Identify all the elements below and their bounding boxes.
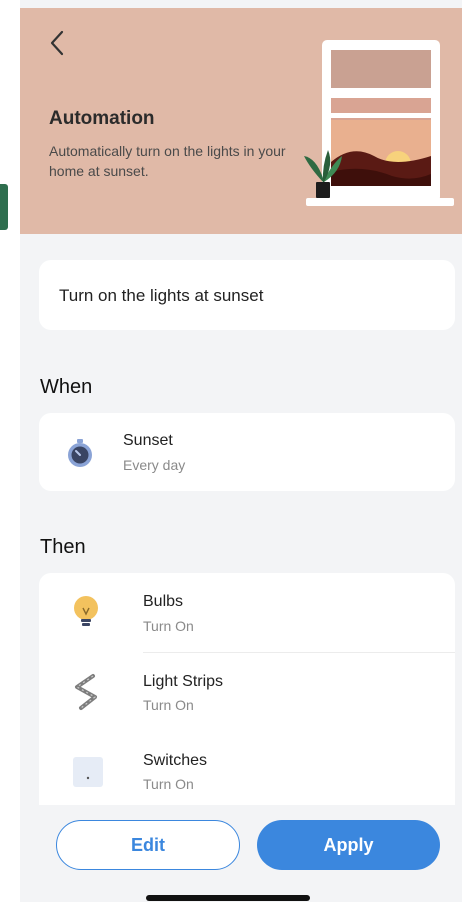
action-title: Switches bbox=[143, 752, 208, 769]
page-title: Automation bbox=[49, 108, 155, 129]
switch-icon bbox=[73, 757, 103, 787]
edit-button[interactable]: Edit bbox=[56, 820, 240, 870]
light-strip-icon bbox=[75, 674, 97, 710]
apply-button[interactable]: Apply bbox=[257, 820, 440, 870]
sunset-window-illustration bbox=[304, 40, 454, 206]
timer-icon bbox=[68, 439, 92, 467]
action-row[interactable]: Light Strips Turn On bbox=[39, 653, 455, 731]
when-card[interactable]: Sunset Every day bbox=[39, 413, 455, 491]
then-card: Bulbs Turn On Light Strips Turn On Switc… bbox=[39, 573, 455, 805]
automation-name: Turn on the lights at sunset bbox=[59, 286, 264, 305]
page-description: Automatically turn on the lights in your… bbox=[49, 143, 286, 179]
action-row[interactable]: Bulbs Turn On bbox=[39, 573, 455, 651]
then-section-label: Then bbox=[40, 536, 86, 558]
home-indicator bbox=[146, 895, 310, 901]
automation-header: Automation Automatically turn on the lig… bbox=[20, 8, 462, 234]
action-subtitle: Turn On bbox=[143, 697, 194, 713]
trigger-subtitle: Every day bbox=[123, 457, 186, 473]
previous-screen-edge bbox=[0, 0, 21, 902]
bulb-icon bbox=[74, 596, 98, 626]
action-subtitle: Turn On bbox=[143, 776, 194, 792]
automation-name-card[interactable]: Turn on the lights at sunset bbox=[39, 260, 455, 330]
action-title: Light Strips bbox=[143, 673, 224, 690]
action-subtitle: Turn On bbox=[143, 618, 194, 634]
previous-screen-accent bbox=[0, 184, 8, 230]
action-title: Bulbs bbox=[143, 593, 184, 610]
when-section-label: When bbox=[40, 376, 93, 398]
trigger-title: Sunset bbox=[123, 432, 173, 449]
chevron-left-icon bbox=[50, 30, 64, 56]
automation-screen: Automation Automatically turn on the lig… bbox=[20, 0, 462, 902]
back-button[interactable] bbox=[42, 28, 72, 58]
trigger-row[interactable]: Sunset Every day bbox=[39, 413, 455, 491]
action-row[interactable]: Switches Turn On bbox=[39, 731, 455, 805]
